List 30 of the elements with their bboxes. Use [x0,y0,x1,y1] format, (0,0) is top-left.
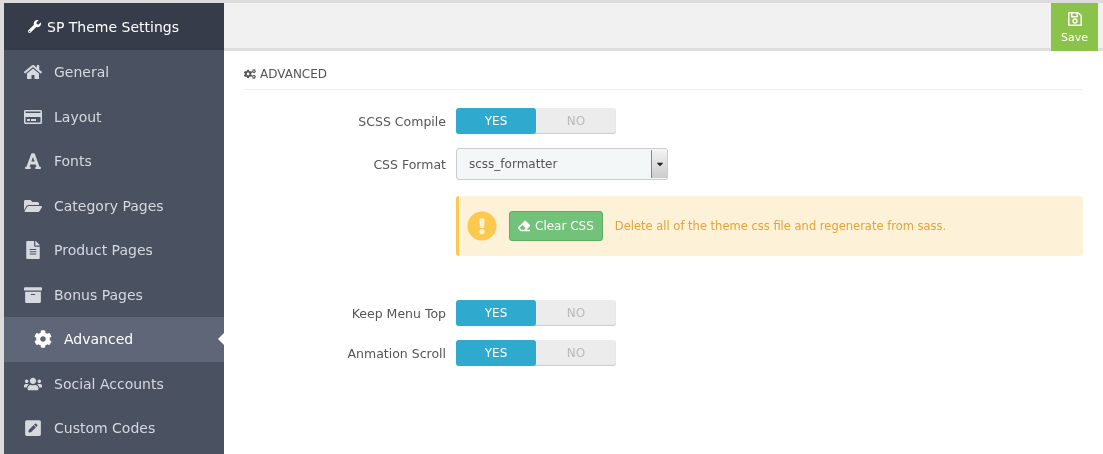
eraser-icon [518,220,530,232]
sidebar-item[interactable]: Product Pages [4,228,224,273]
field-label: SCSS Compile [357,113,446,129]
wrench-icon [28,20,41,33]
section-title: ADVANCED [260,67,328,81]
card-icon [24,107,42,126]
cogs-icon [244,68,256,80]
save-icon [1066,10,1083,27]
format-select[interactable]: scss_formatter [456,148,668,180]
archive-icon [24,285,42,304]
field-label: Keep Menu Top [350,305,446,321]
alert-message: Delete all of the theme css file and regenerate from sass. [614,219,947,233]
document-icon [24,241,42,260]
sidebar-item[interactable]: Category Pages [4,183,224,228]
letter-icon [24,152,42,171]
warning-icon [467,211,497,241]
field-label: CSS Format [372,156,446,172]
caret-icon [651,150,667,178]
sidebar-item[interactable]: Bonus Pages [4,272,224,317]
settings-icon [34,330,52,349]
pencil-icon [24,419,42,438]
sidebar-title: SP Theme Settings [47,18,179,35]
field-label: Anmation Scroll [346,345,446,361]
sidebar-item[interactable]: Custom Codes [4,406,224,451]
sidebar-item[interactable]: Fonts [4,139,224,184]
home-icon [24,63,42,82]
sidebar-item[interactable]: Social Accounts [4,361,224,406]
sidebar-item[interactable]: Advanced [4,317,224,362]
sidebar-item[interactable]: Layout [4,94,224,139]
sidebar-item[interactable]: General [4,50,224,95]
